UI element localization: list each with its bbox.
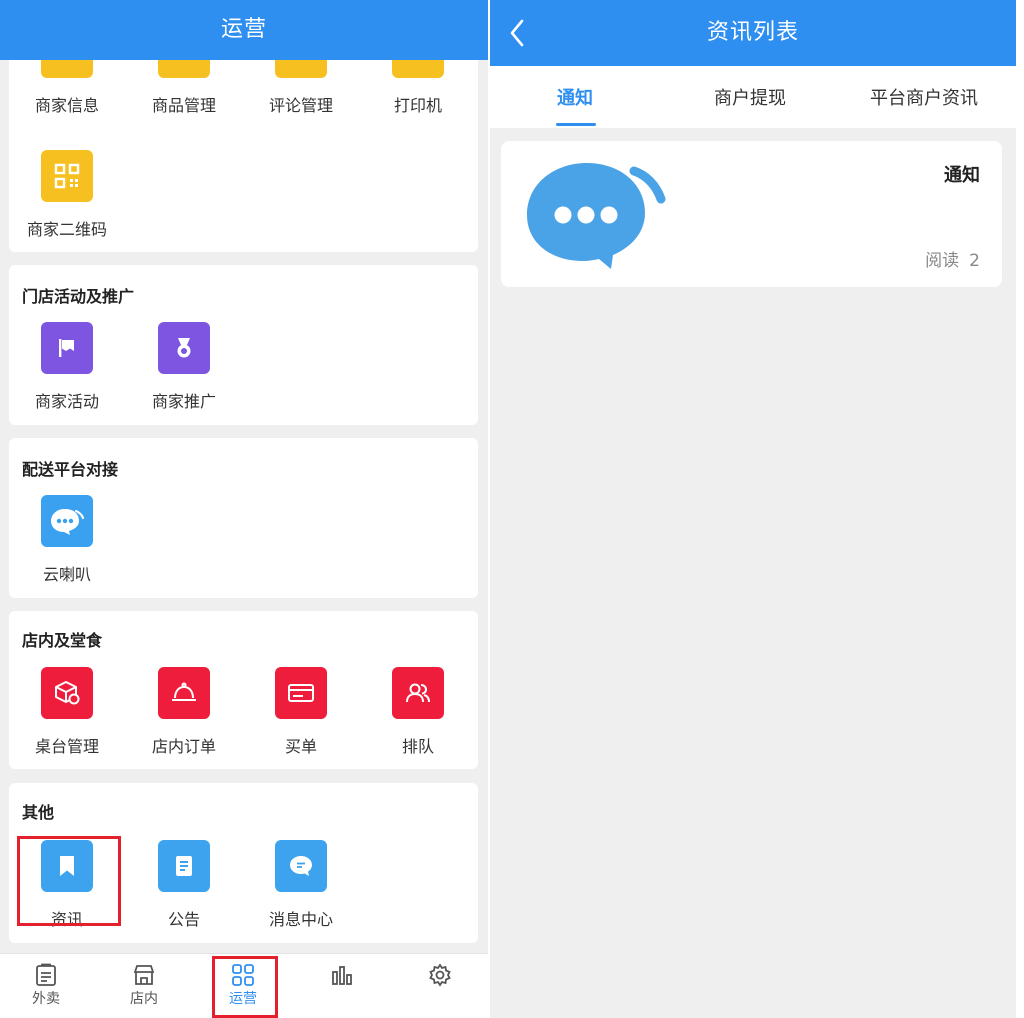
- top-bar: 运营: [0, 0, 488, 60]
- read-label: 阅读: [925, 251, 960, 271]
- flag-icon: [41, 322, 93, 374]
- operations-tab-highlight-box: [212, 956, 278, 1018]
- tab-merchant-withdrawal[interactable]: 商户提现: [714, 84, 786, 110]
- announcement-item[interactable]: 公告: [129, 840, 239, 930]
- bar-chart-icon: [332, 966, 352, 985]
- store-icon: [133, 965, 155, 985]
- tab-takeout-label: 外卖: [32, 991, 60, 1007]
- page-title: 资讯列表: [706, 20, 799, 45]
- merchant-activity-item[interactable]: 商家活动: [12, 322, 122, 412]
- delivery-section: 配送平台对接 云喇叭: [9, 438, 478, 598]
- pay-bill-item[interactable]: 买单: [246, 667, 356, 757]
- dinein-section-title: 店内及堂食: [22, 631, 103, 650]
- news-card[interactable]: 通知 阅读 2: [501, 141, 1002, 287]
- card-icon: [275, 667, 327, 719]
- list-icon: [36, 963, 56, 986]
- product-management-label: 商品管理: [151, 96, 216, 115]
- cloud-speaker-item[interactable]: 云喇叭: [12, 495, 122, 585]
- message-center-label: 消息中心: [268, 910, 333, 929]
- category-tabs: 通知 商户提现 平台商户资讯: [490, 66, 1016, 128]
- tab-platform-merchant-news[interactable]: 平台商户资讯: [870, 84, 978, 110]
- back-button[interactable]: [508, 18, 526, 52]
- tab-settings[interactable]: [400, 962, 480, 988]
- announcement-label: 公告: [167, 910, 200, 929]
- operations-screen: 商家信息 商品管理 评论管理 打印机 商家二维码 运营 门店活动及推广 商家活动…: [0, 0, 488, 1018]
- cloud-speaker-icon: [41, 495, 93, 547]
- merchant-promotion-item[interactable]: 商家推广: [129, 322, 239, 412]
- promo-section: 门店活动及推广 商家活动 商家推广: [9, 265, 478, 425]
- chat-bubble-icon: [275, 840, 327, 892]
- message-center-item[interactable]: 消息中心: [246, 840, 356, 930]
- users-icon: [392, 667, 444, 719]
- merchant-promotion-label: 商家推广: [151, 392, 216, 411]
- message-bubble-icon: [527, 163, 666, 269]
- table-management-label: 桌台管理: [34, 737, 99, 756]
- chevron-left-icon: [510, 19, 524, 47]
- queue-label: 排队: [401, 737, 434, 756]
- delivery-section-title: 配送平台对接: [22, 460, 119, 479]
- document-icon: [158, 840, 210, 892]
- qrcode-item[interactable]: 商家二维码: [12, 150, 122, 240]
- tab-takeout[interactable]: 外卖: [6, 962, 86, 1008]
- instore-order-item[interactable]: 店内订单: [129, 667, 239, 757]
- tab-instore-label: 店内: [130, 991, 158, 1007]
- news-list-screen: 资讯列表 通知 商户提现 平台商户资讯 通知 阅读 2: [490, 0, 1016, 1018]
- active-tab-indicator: [556, 123, 596, 126]
- merchant-card: 商家信息 商品管理 评论管理 打印机 商家二维码: [9, 40, 478, 252]
- table-management-item[interactable]: 桌台管理: [12, 667, 122, 757]
- read-number: 2: [969, 251, 980, 271]
- dinein-section: 店内及堂食 桌台管理 店内订单 买单 排队: [9, 611, 478, 769]
- qrcode-label: 商家二维码: [26, 220, 107, 239]
- printer-label: 打印机: [393, 96, 442, 115]
- queue-item[interactable]: 排队: [363, 667, 473, 757]
- tab-notice[interactable]: 通知: [557, 84, 593, 110]
- qrcode-icon: [41, 150, 93, 202]
- news-highlight-box: [17, 836, 121, 926]
- merchant-activity-label: 商家活动: [34, 392, 99, 411]
- other-section-title: 其他: [22, 803, 55, 822]
- medal-icon: [158, 322, 210, 374]
- news-title: 通知: [944, 165, 980, 186]
- pay-bill-label: 买单: [284, 737, 317, 756]
- comment-management-label: 评论管理: [268, 96, 333, 115]
- page-title: 运营: [220, 17, 267, 42]
- cloche-icon: [158, 667, 210, 719]
- instore-order-label: 店内订单: [151, 737, 216, 756]
- promo-section-title: 门店活动及推广: [22, 287, 135, 306]
- tab-instore[interactable]: 店内: [104, 962, 184, 1008]
- merchant-info-label: 商家信息: [34, 96, 99, 115]
- bottom-tab-bar: 外卖 店内 运营: [0, 953, 488, 1018]
- read-count: 阅读 2: [925, 246, 980, 271]
- gear-icon: [429, 963, 451, 987]
- tab-statistics[interactable]: [302, 962, 382, 988]
- cloud-speaker-label: 云喇叭: [42, 565, 91, 584]
- box-icon: [41, 667, 93, 719]
- top-bar: 资讯列表: [490, 0, 1016, 66]
